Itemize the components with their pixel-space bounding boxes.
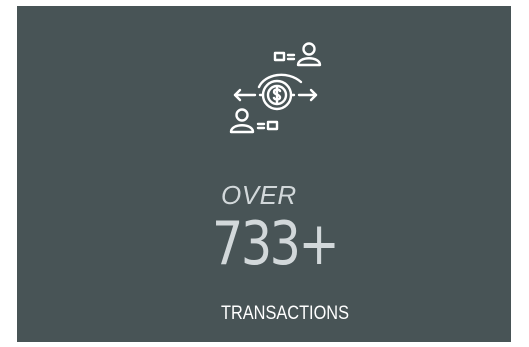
stat-label: TRANSACTIONS: [221, 303, 350, 324]
money-transfer-icon: [229, 42, 322, 134]
stat-prefix: OVER: [221, 180, 297, 210]
stat-value: 733+: [212, 209, 340, 279]
